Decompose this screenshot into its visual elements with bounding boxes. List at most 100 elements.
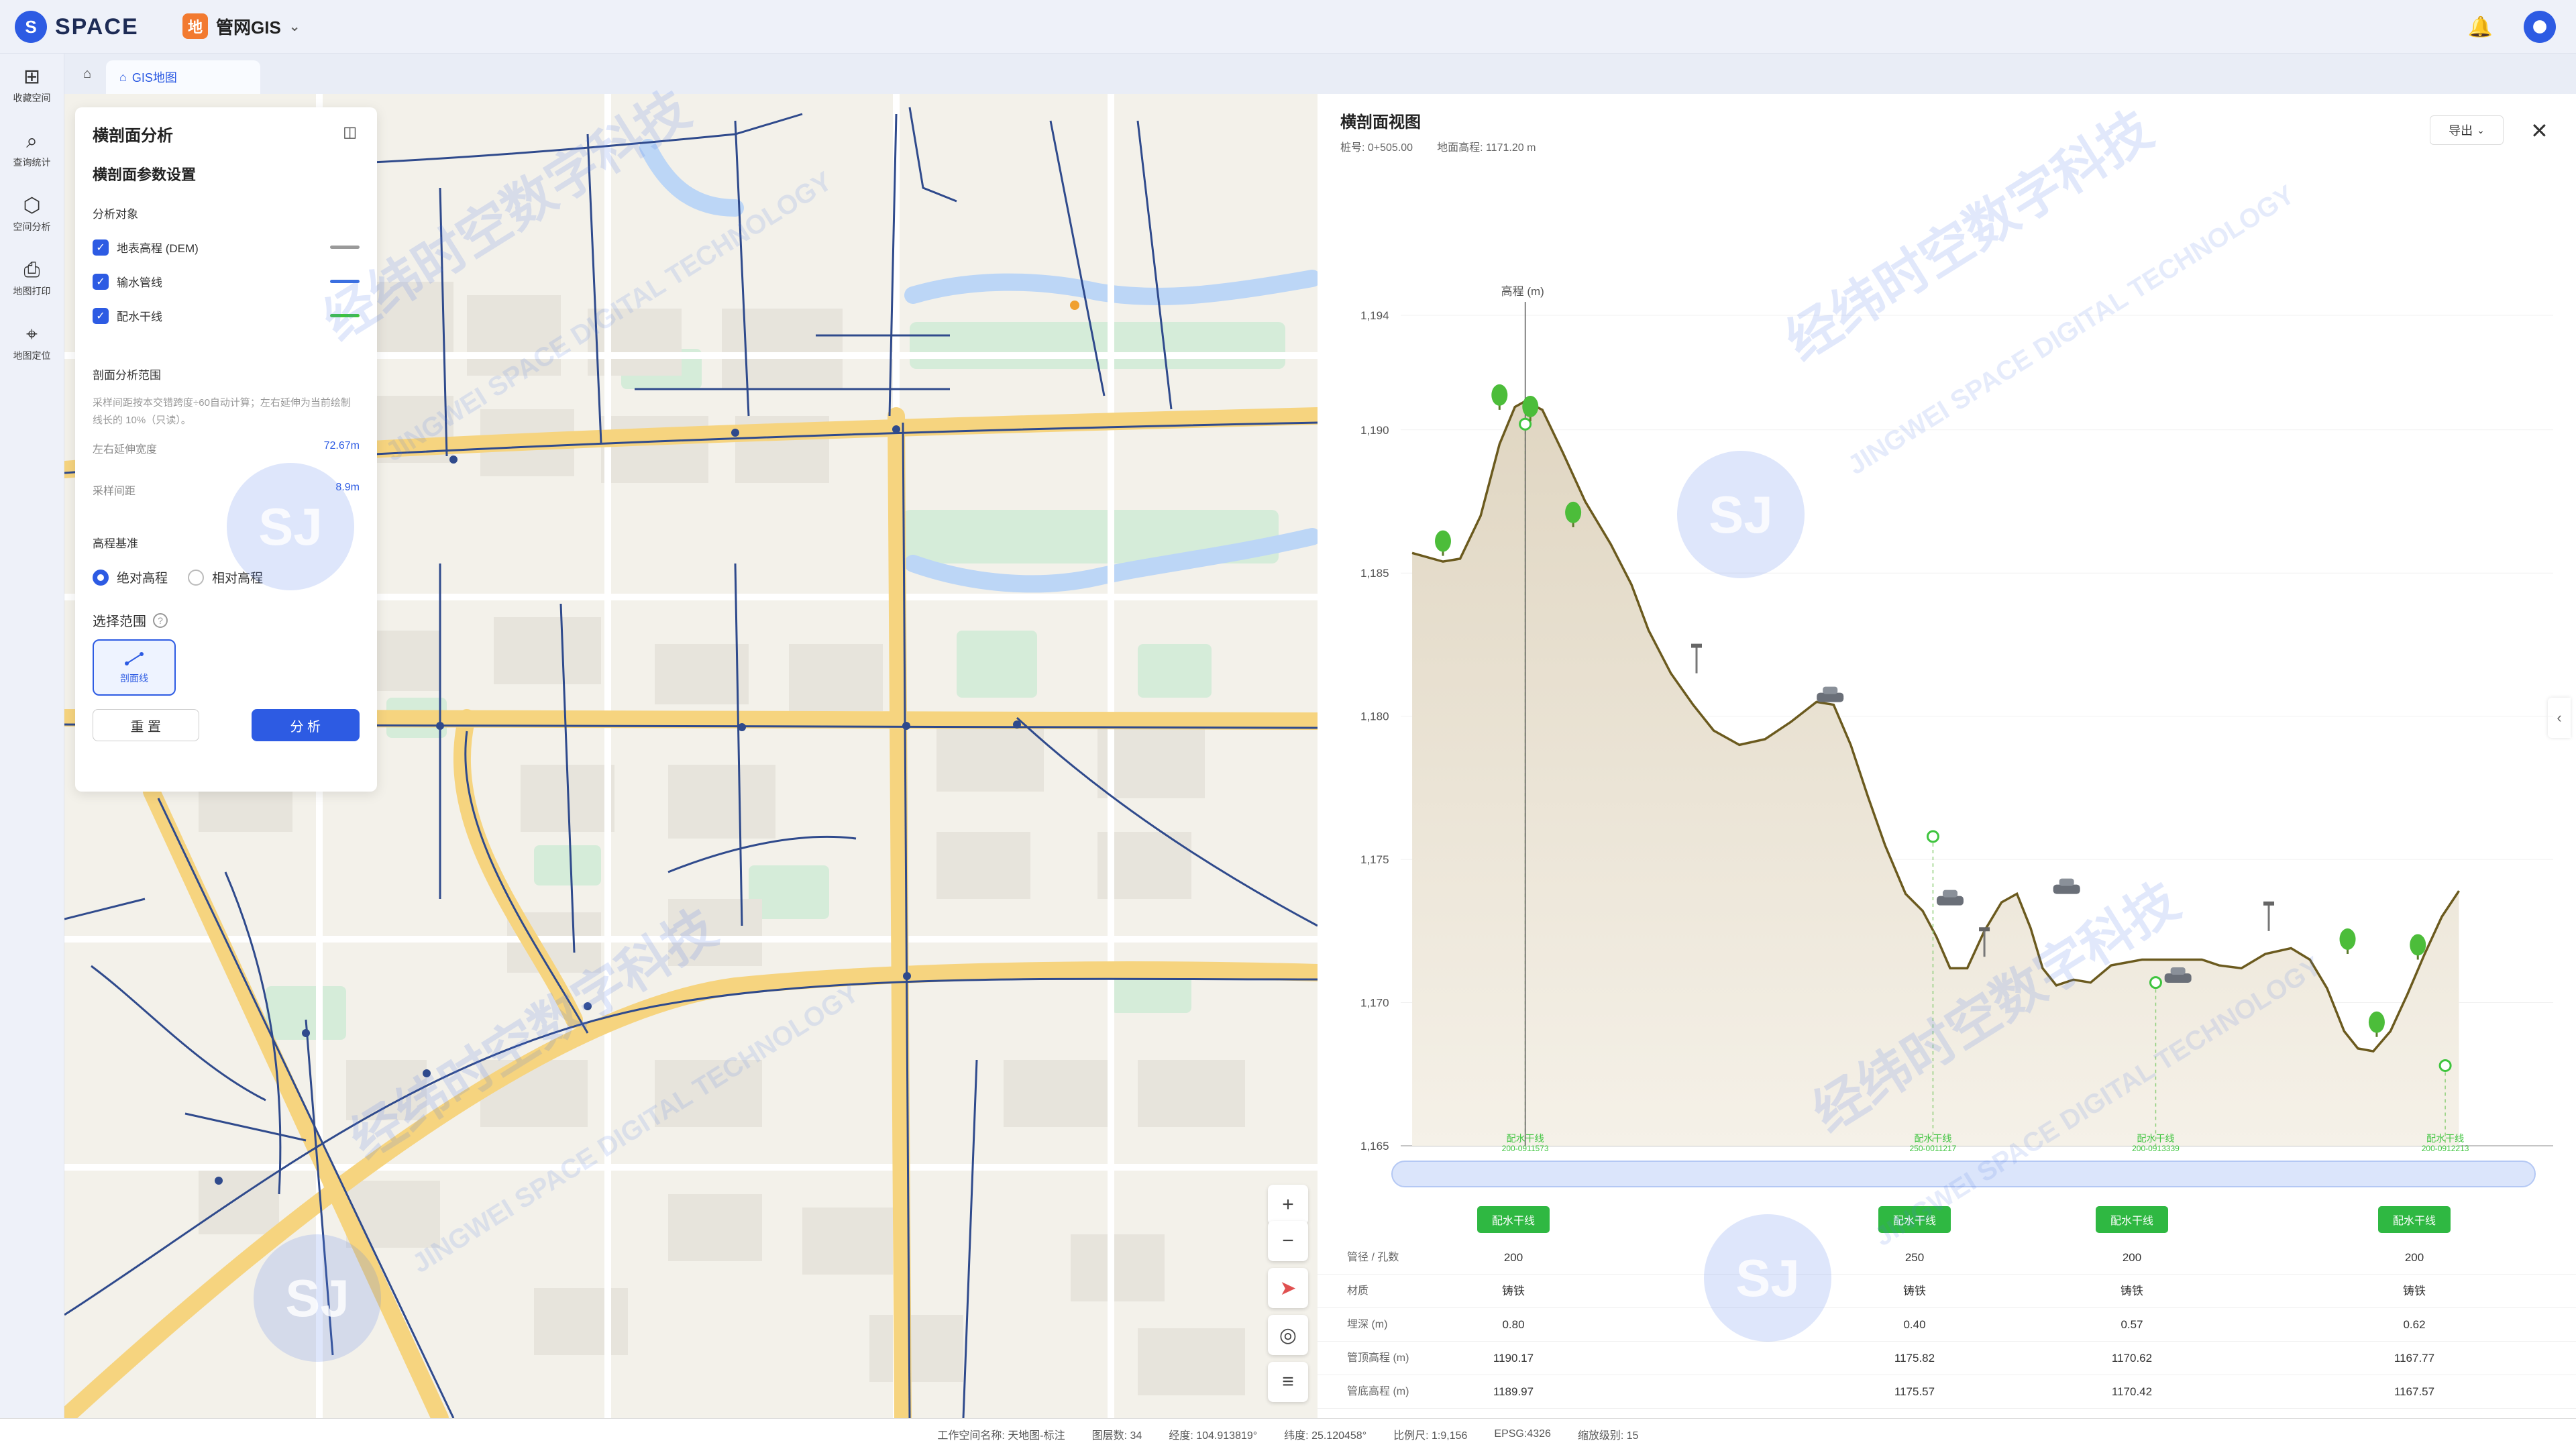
reset-button[interactable]: 重 置 (93, 709, 199, 741)
zoom-in-button[interactable]: + (1268, 1185, 1308, 1225)
x-tick-label: 300 (2030, 1153, 2049, 1154)
search-icon: ⌕ (26, 130, 38, 152)
avatar[interactable] (2524, 11, 2556, 43)
car-roof (1942, 890, 1957, 898)
y-axis-label: 高程 (m) (1501, 285, 1544, 298)
home-icon[interactable]: ⌂ (74, 63, 101, 85)
export-dropdown[interactable]: 导出 ⌄ (2430, 115, 2504, 145)
pipe-label: 配水干线 (1914, 1133, 1951, 1144)
zoom-out-button[interactable]: − (1268, 1221, 1308, 1261)
map-marker[interactable] (1070, 301, 1079, 310)
top-bar: S SPACE 地 管网GIS ⌄ 🔔 (0, 0, 2576, 54)
checkbox-transmission-pipe[interactable]: ✓ 输水管线 (93, 273, 360, 290)
table-cell: 0.80 (1502, 1318, 1525, 1331)
locate-button[interactable]: ◎ (1268, 1315, 1308, 1355)
logo-text: SPACE (55, 13, 139, 40)
datum-section-title: 高程基准 (93, 537, 138, 550)
car-roof (1823, 686, 1838, 694)
status-layer-count: 图层数: 34 (1091, 1430, 1142, 1442)
home-icon: ⌂ (119, 70, 127, 84)
tab-gis-map[interactable]: ⌂ GIS地图 (106, 60, 260, 94)
row-label: 管顶高程 (m) (1347, 1352, 1409, 1364)
pipe-tag[interactable]: 配水干线 (2378, 1206, 2451, 1233)
logo[interactable]: S SPACE (15, 11, 139, 43)
tree-icon (2368, 1011, 2385, 1033)
radio-label: 绝对高程 (117, 572, 168, 586)
sample-interval-row: 采样间距 8.9m (93, 482, 360, 498)
pipe-label: 配水干线 (2137, 1133, 2174, 1144)
pipe-attribute-table: 配水干线 配水干线 配水干线 配水干线 管径 / 孔数 200 250 200 … (1318, 1201, 2576, 1409)
tree-icon (1491, 384, 1508, 406)
table-cell: 1175.82 (1894, 1352, 1935, 1364)
app-switcher[interactable]: 地 管网GIS ⌄ (182, 13, 301, 39)
table-cell: 0.40 (1903, 1318, 1926, 1331)
tree-icon (2410, 934, 2426, 956)
range-note: 采样间距按本交错跨度÷60自动计算；左右延伸为当前绘制线长的 10%（只读）。 (93, 397, 351, 426)
logo-mark: S (15, 11, 47, 43)
range-section-title: 剖面分析范围 (93, 369, 161, 382)
street-lamp-head (2263, 901, 2275, 906)
bell-icon[interactable]: 🔔 (2468, 15, 2493, 39)
checkbox-label: 配水干线 (117, 311, 162, 323)
sidebar-item-label: 查询统计 (13, 157, 51, 168)
datum-radio-group: 绝对高程 相对高程 (93, 568, 360, 586)
collapse-icon[interactable]: ◫ (343, 123, 357, 141)
help-icon[interactable]: ? (153, 612, 168, 628)
table-cell: 200 (2122, 1251, 2142, 1264)
range-slider[interactable] (1391, 1161, 2536, 1187)
pipe-label: 配水干线 (2426, 1133, 2464, 1144)
table-row: 管底高程 (m) 1189.97 1175.57 1170.42 1167.57 (1318, 1375, 2576, 1409)
profile-chart[interactable]: 配水干线200-0911573配水干线250-0011217配水干线200-09… (1318, 161, 2576, 1154)
chevron-down-icon: ⌄ (2477, 124, 2485, 136)
radio-absolute[interactable] (93, 569, 109, 586)
sidebar-item-print[interactable]: ⎙ 地图打印 (0, 247, 64, 311)
y-tick-label: 1,180 (1360, 710, 1389, 723)
radio-relative[interactable] (188, 569, 205, 586)
x-tick-label: 400 (2201, 1153, 2220, 1154)
app-root: S SPACE 地 管网GIS ⌄ 🔔 ⊞ 收藏空间 ⌕ 查询统计 ⬡ 空间分析… (0, 0, 2576, 1449)
status-epsg: EPSG:4326 (1494, 1428, 1551, 1440)
tree-icon (1565, 501, 1582, 523)
sidebar-item-analysis[interactable]: ⬡ 空间分析 (0, 182, 64, 247)
x-tick-label: -72.67 (1385, 1153, 1417, 1154)
status-zoom: 缩放级别: 15 (1577, 1430, 1639, 1442)
sidebar-item-locate[interactable]: ⌖ 地图定位 (0, 311, 64, 376)
x-tick-label: 500 (2372, 1153, 2391, 1154)
chevron-down-icon: ⌄ (288, 19, 301, 34)
profile-title: 横剖面视图 (1340, 113, 1421, 131)
table-cell: 1190.17 (1493, 1352, 1534, 1364)
status-bar: 工作空间名称: 天地图-标注 图层数: 34 经度: 104.913819° 纬… (0, 1418, 2576, 1449)
compass-button[interactable]: ➤ (1268, 1268, 1308, 1308)
street-lamp-head (1979, 927, 1990, 932)
pipe-tag[interactable]: 配水干线 (1878, 1206, 1951, 1233)
sidebar-item-favorites[interactable]: ⊞ 收藏空间 (0, 54, 64, 118)
panel-title: 横剖面分析 (93, 127, 173, 145)
table-cell: 1189.97 (1493, 1385, 1534, 1398)
table-row: 材质 铸铁 铸铁 铸铁 铸铁 (1318, 1275, 2576, 1308)
car-roof (2059, 878, 2074, 886)
tree-icon (1435, 530, 1452, 552)
status-scale: 比例尺: 1:9,156 (1393, 1430, 1468, 1442)
checkbox-distribution-main[interactable]: ✓ 配水干线 (93, 307, 360, 324)
table-cell: 1167.77 (2394, 1352, 2435, 1364)
pipe-point (2149, 976, 2162, 989)
top-right-actions: 🔔 (2468, 11, 2556, 43)
checkbox-dem[interactable]: ✓ 地表高程 (DEM) (93, 239, 360, 256)
profile-line-tool-button[interactable]: 剖面线 (93, 639, 176, 696)
check-icon: ✓ (93, 239, 109, 256)
pipe-tag[interactable]: 配水干线 (2096, 1206, 2168, 1233)
layers-button[interactable]: ≡ (1268, 1362, 1308, 1402)
pipe-id-label: 200-0911573 (1502, 1144, 1549, 1153)
pipe-tag[interactable]: 配水干线 (1477, 1206, 1550, 1233)
line-draw-icon (125, 652, 144, 665)
analyze-button[interactable]: 分 析 (251, 709, 360, 741)
tab-label: GIS地图 (131, 71, 177, 85)
sidebar-item-query[interactable]: ⌕ 查询统计 (0, 118, 64, 182)
tab-bar: ⌂ ⌂ GIS地图 (64, 54, 2576, 94)
close-icon[interactable]: ✕ (2530, 118, 2548, 144)
check-icon: ✓ (93, 307, 109, 324)
table-cell: 1170.42 (2111, 1385, 2153, 1398)
status-workspace: 工作空间名称: 天地图-标注 (937, 1430, 1065, 1442)
pipe-label: 配水干线 (1507, 1133, 1544, 1144)
section-analysis-panel: 横剖面分析 ◫ 横剖面参数设置 分析对象 ✓ 地表高程 (DEM) ✓ 输水管线… (75, 107, 377, 792)
